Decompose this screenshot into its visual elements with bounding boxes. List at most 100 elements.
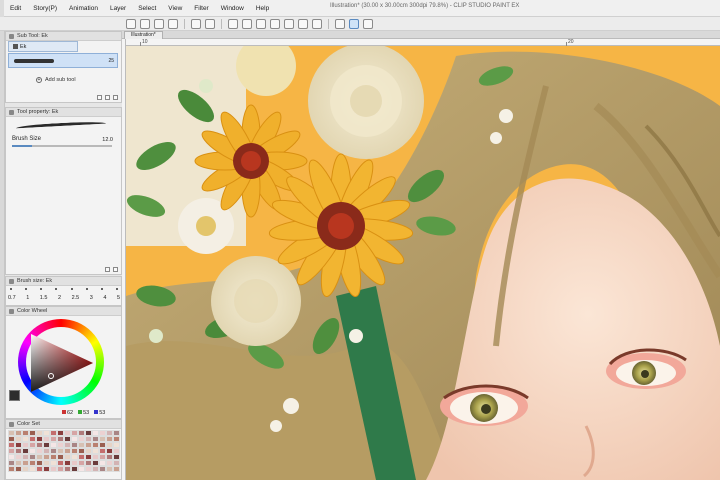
snap-grid-icon[interactable]: [363, 18, 373, 29]
toolbar-separator: [328, 18, 329, 29]
size-dot[interactable]: [70, 288, 73, 290]
main-color-swatch[interactable]: [9, 390, 20, 401]
brush-stroke-preview: [14, 59, 54, 63]
color-swatch[interactable]: [106, 466, 113, 472]
menu-edit[interactable]: Edit: [4, 5, 27, 12]
size-dot[interactable]: [100, 288, 103, 290]
color-swatch[interactable]: [85, 466, 92, 472]
menu-help[interactable]: Help: [250, 5, 275, 12]
tool-property-footer: [105, 267, 118, 272]
menu-filter[interactable]: Filter: [188, 5, 214, 12]
brush-size-option[interactable]: 1.5: [40, 295, 48, 301]
menu-window[interactable]: Window: [215, 5, 250, 12]
transform-icon[interactable]: [270, 18, 280, 29]
pen-icon: [13, 44, 18, 49]
sub-tool-tab-label: Ek: [20, 43, 27, 50]
undo-icon[interactable]: [191, 18, 201, 29]
value-readout: 53: [94, 410, 105, 416]
color-swatch[interactable]: [113, 466, 120, 472]
open-file-icon[interactable]: [140, 18, 150, 29]
color-wheel-panel: Color Wheel 62 53 53: [5, 306, 122, 419]
color-swatch[interactable]: [36, 466, 43, 472]
color-set-title: Color Set: [17, 421, 40, 427]
fill-icon[interactable]: [256, 18, 266, 29]
brush-size-option[interactable]: 4: [103, 295, 106, 301]
redo-icon[interactable]: [205, 18, 215, 29]
size-dot[interactable]: [40, 288, 43, 290]
menu-animation[interactable]: Animation: [63, 5, 104, 12]
brush-size-panel: Brush size: Ek 0.7 1 1.5 2 2.5 3 4 5: [5, 276, 122, 306]
export-icon[interactable]: [168, 18, 178, 29]
settings-icon[interactable]: [105, 267, 110, 272]
color-set-header: Color Set: [6, 420, 121, 429]
color-swatch[interactable]: [50, 466, 57, 472]
color-swatch[interactable]: [15, 466, 22, 472]
brush-size-slider[interactable]: [12, 145, 112, 147]
size-dot[interactable]: [115, 288, 118, 290]
sub-tool-tab[interactable]: Ek: [8, 41, 78, 52]
illustration: [126, 46, 720, 480]
show-selection-icon[interactable]: [312, 18, 322, 29]
brush-size-header: Brush size: Ek: [6, 277, 121, 286]
size-dot[interactable]: [55, 288, 58, 290]
slider-fill: [12, 145, 32, 147]
saturation-value-triangle[interactable]: [23, 330, 99, 396]
brush-size-value[interactable]: 12.0: [102, 137, 113, 143]
brush-icon: [9, 33, 14, 39]
color-swatch-grid: [8, 430, 120, 472]
document-tab-bar: Illustration*: [122, 31, 720, 39]
canvas-area[interactable]: Illustration* 10 20: [122, 31, 720, 480]
color-swatch[interactable]: [29, 466, 36, 472]
color-swatch[interactable]: [78, 466, 85, 472]
color-swatch[interactable]: [57, 466, 64, 472]
color-swatch[interactable]: [99, 466, 106, 472]
color-swatch[interactable]: [43, 466, 50, 472]
add-sub-tool-button[interactable]: + Add sub tool: [36, 77, 76, 83]
new-file-icon[interactable]: [126, 18, 136, 29]
size-dot[interactable]: [10, 288, 12, 290]
hue-value: 62: [67, 410, 74, 416]
size-dot[interactable]: [25, 288, 28, 290]
brush-size-option[interactable]: 2.5: [72, 295, 80, 301]
color-swatch[interactable]: [71, 466, 78, 472]
sub-tool-header: Sub Tool: Ek: [6, 32, 121, 41]
clear-icon[interactable]: [228, 18, 238, 29]
sub-tool-item[interactable]: 25: [8, 53, 118, 68]
copy-icon[interactable]: [97, 95, 102, 100]
menu-layer[interactable]: Layer: [104, 5, 132, 12]
settings-icon[interactable]: [105, 95, 110, 100]
grid-icon: [9, 421, 14, 427]
brush-size-option[interactable]: 5: [117, 295, 120, 301]
color-swatch[interactable]: [92, 466, 99, 472]
menu-select[interactable]: Select: [132, 5, 162, 12]
brush-size-option[interactable]: 2: [58, 295, 61, 301]
save-icon[interactable]: [154, 18, 164, 29]
color-swatch[interactable]: [22, 466, 29, 472]
wrench-icon[interactable]: [113, 267, 118, 272]
delete-icon[interactable]: [113, 95, 118, 100]
tool-property-header: Tool property: Ek: [6, 108, 121, 117]
brush-size-dots: [10, 288, 118, 290]
invert-selection-icon[interactable]: [298, 18, 308, 29]
color-swatch[interactable]: [64, 466, 71, 472]
snap-ruler-icon[interactable]: [335, 18, 345, 29]
color-swatch[interactable]: [8, 466, 15, 472]
brush-size-option[interactable]: 0.7: [8, 295, 16, 301]
brush-size-option[interactable]: 3: [90, 295, 93, 301]
menu-view[interactable]: View: [162, 5, 188, 12]
color-wheel-header: Color Wheel: [6, 307, 121, 316]
brush-size-option[interactable]: 1: [26, 295, 29, 301]
palette-icon: [9, 308, 14, 314]
snap-special-ruler-icon[interactable]: [349, 18, 359, 29]
document-tab[interactable]: Illustration*: [124, 31, 163, 39]
size-dot[interactable]: [85, 288, 88, 290]
sub-tool-item-value: 25: [108, 58, 114, 64]
tool-property-panel: Tool property: Ek Brush Size 12.0: [5, 107, 122, 275]
artwork-canvas[interactable]: [126, 46, 720, 480]
clear-outside-icon[interactable]: [242, 18, 252, 29]
menu-story[interactable]: Story(P): [27, 5, 63, 12]
brightness-value: 53: [99, 410, 106, 416]
brush-size-values: 0.7 1 1.5 2 2.5 3 4 5: [8, 295, 120, 301]
deselect-icon[interactable]: [284, 18, 294, 29]
brush-icon: [9, 278, 14, 284]
